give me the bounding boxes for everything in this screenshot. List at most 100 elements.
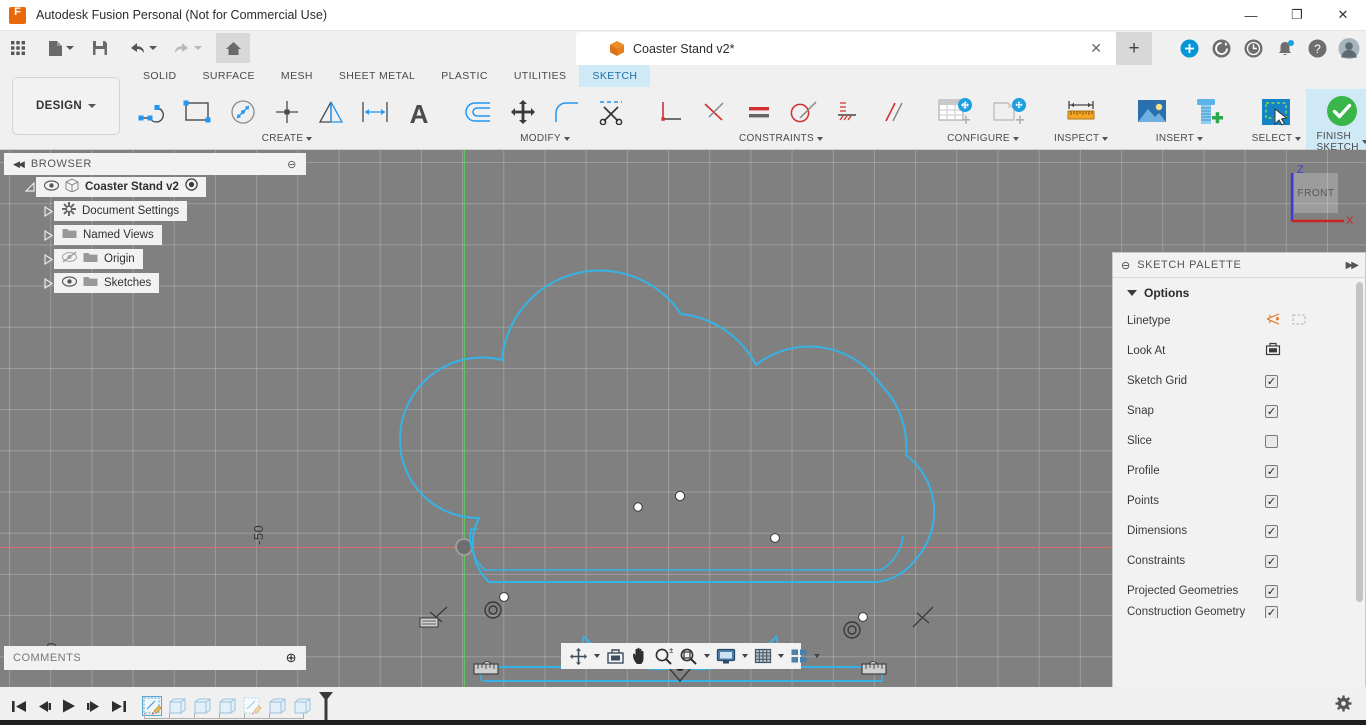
mirror-icon[interactable] [310,90,352,134]
parallel-constraint-icon[interactable] [870,90,912,134]
redo-icon[interactable] [169,34,206,62]
document-tab[interactable]: Coaster Stand v2* ✕ [576,32,1116,65]
recent-icon[interactable] [1242,38,1264,60]
measure-icon[interactable] [1055,90,1107,134]
expand-triangle-icon[interactable] [42,205,54,217]
fillet-icon[interactable] [546,90,588,134]
grid-snaps-caret-icon[interactable] [778,654,784,658]
finish-sketch-check-icon[interactable] [1316,89,1366,133]
close-button[interactable]: ✕ [1320,0,1366,31]
palette-option-sketch-grid[interactable]: Sketch Grid ✓ [1113,366,1365,396]
construction-geometry-checkbox[interactable]: ✓ [1265,606,1278,618]
circle-icon[interactable] [222,90,264,134]
configure-table-icon[interactable] [930,90,982,134]
tab-sheet-metal[interactable]: SHEET METAL [326,65,428,87]
tab-solid[interactable]: SOLID [130,65,190,87]
view-cube[interactable]: Z X FRONT [1270,155,1356,241]
browser-item-named-views[interactable]: Named Views [54,225,162,245]
grid-snaps-icon[interactable] [752,645,774,667]
equal-constraint-icon[interactable] [738,90,780,134]
zoom-icon[interactable]: ± [652,645,675,667]
go-to-beginning-icon[interactable] [6,694,31,719]
home-icon[interactable] [216,33,250,63]
orbit-caret-icon[interactable] [594,654,600,658]
eye-icon[interactable] [61,274,78,292]
browser-row-document-settings[interactable]: Document Settings [4,199,306,223]
save-icon[interactable] [88,34,112,62]
palette-option-points[interactable]: Points ✓ [1113,486,1365,516]
palette-option-snap[interactable]: Snap ✓ [1113,396,1365,426]
viewports-caret-icon[interactable] [814,654,820,658]
move-copy-icon[interactable] [502,90,544,134]
panel-create-title[interactable]: CREATE [262,133,313,144]
zoom-window-icon[interactable] [677,645,700,667]
snap-checkbox[interactable]: ✓ [1265,404,1278,418]
panel-insert-title[interactable]: INSERT [1156,133,1204,144]
insert-mcmaster-icon[interactable] [1180,90,1232,134]
profile-checkbox[interactable]: ✓ [1265,464,1278,478]
browser-row-root[interactable]: Coaster Stand v2 [4,175,306,199]
minimize-button[interactable]: — [1228,0,1274,31]
look-at-icon[interactable] [604,645,627,667]
projected-geometries-checkbox[interactable]: ✓ [1265,584,1278,598]
canvas-viewport[interactable]: -100 -50 [0,150,1366,687]
rectangle-icon[interactable] [178,90,220,134]
timeline-settings-gear-icon[interactable] [1335,695,1352,717]
tab-utilities[interactable]: UTILITIES [501,65,580,87]
palette-option-projected-geometries[interactable]: Projected Geometries ✓ [1113,576,1365,606]
palette-option-dimensions[interactable]: Dimensions ✓ [1113,516,1365,546]
palette-minimize-icon[interactable]: ⊖ [1121,259,1130,272]
eye-hidden-icon[interactable] [61,250,78,268]
palette-pin-icon[interactable]: ▶▶ [1346,260,1359,271]
browser-item-coaster-stand-v2[interactable]: Coaster Stand v2 [36,177,206,197]
point-icon[interactable] [266,90,308,134]
tangent-constraint-icon[interactable] [782,90,824,134]
go-to-end-icon[interactable] [106,694,131,719]
normal-linetype-icon[interactable] [1265,312,1281,331]
palette-option-slice[interactable]: Slice [1113,426,1365,456]
browser-row-sketches[interactable]: Sketches [4,271,306,295]
notifications-icon[interactable] [1274,38,1296,60]
expand-triangle-icon[interactable] [42,229,54,241]
insert-image-icon[interactable] [1126,90,1178,134]
tab-sketch[interactable]: SKETCH [579,65,651,87]
browser-collapse-icon[interactable]: ◀◀ [13,159,25,170]
panel-configure-title[interactable]: CONFIGURE [947,133,1019,144]
browser-minimize-icon[interactable]: ⊖ [287,158,297,171]
orbit-icon[interactable] [567,645,590,667]
maximize-button[interactable]: ❐ [1274,0,1320,31]
coincident-constraint-icon[interactable] [650,90,692,134]
step-forward-icon[interactable] [81,694,106,719]
tab-mesh[interactable]: MESH [268,65,326,87]
viewcube-front-face[interactable]: FRONT [1294,173,1338,213]
panel-select-title[interactable]: SELECT [1252,133,1302,144]
offset-icon[interactable] [458,90,500,134]
panel-modify-title[interactable]: MODIFY [520,133,570,144]
palette-option-constraints[interactable]: Constraints ✓ [1113,546,1365,576]
eye-icon[interactable] [43,178,60,196]
construction-linetype-icon[interactable] [1291,312,1307,331]
redo-caret-icon[interactable] [194,46,202,50]
undo-icon[interactable] [124,34,161,62]
browser-row-origin[interactable]: Origin [4,247,306,271]
palette-option-profile[interactable]: Profile ✓ [1113,456,1365,486]
tab-surface[interactable]: SURFACE [190,65,268,87]
tab-plastic[interactable]: PLASTIC [428,65,501,87]
new-file-caret-icon[interactable] [66,46,74,50]
new-file-icon[interactable] [44,34,78,62]
sketch-grid-checkbox[interactable]: ✓ [1265,374,1278,388]
activate-radio-icon[interactable] [185,178,198,196]
add-tab-button[interactable]: + [1116,32,1152,65]
fix-constraint-icon[interactable] [826,90,868,134]
document-tab-close-icon[interactable]: ✕ [1090,40,1102,57]
palette-option-construction-geometry[interactable]: Construction Geometry ✓ [1113,606,1365,618]
line-icon[interactable] [134,90,176,134]
undo-caret-icon[interactable] [149,46,157,50]
panel-finish-sketch[interactable]: FINISH SKETCH [1306,89,1366,153]
avatar[interactable] [1338,37,1360,60]
text-icon[interactable]: A [398,90,440,134]
dimensions-checkbox[interactable]: ✓ [1265,524,1278,538]
panel-constraints-title[interactable]: CONSTRAINTS [739,133,823,144]
job-status-icon[interactable] [1178,38,1200,60]
look-at-icon[interactable] [1265,342,1281,361]
